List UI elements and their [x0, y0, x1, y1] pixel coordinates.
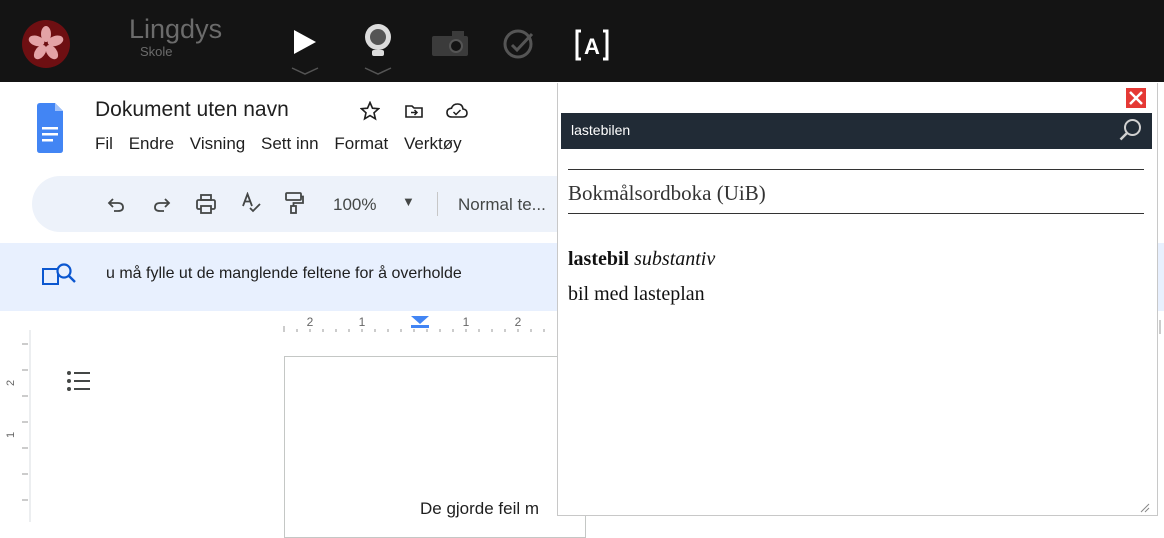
undo-icon[interactable]	[106, 194, 126, 219]
divider	[568, 169, 1144, 170]
resize-grip-icon[interactable]	[1138, 500, 1150, 518]
close-button[interactable]	[1126, 88, 1146, 108]
redo-icon[interactable]	[152, 194, 172, 219]
search-icon[interactable]	[1118, 117, 1144, 148]
dictionary-search-bar[interactable]	[561, 113, 1152, 149]
dictionary-definition: bil med lasteplan	[568, 283, 705, 305]
menu-edit[interactable]: Endre	[129, 134, 174, 153]
bracket-a-icon[interactable]: A	[575, 28, 609, 67]
ruler-label: 2	[515, 315, 522, 329]
check-circle-icon[interactable]	[502, 28, 536, 67]
lingdys-brand-sub: Skole	[140, 44, 173, 59]
lingdys-brand: Lingdys	[129, 14, 223, 44]
menu-format[interactable]: Format	[334, 134, 388, 153]
vruler-label: 2	[5, 380, 17, 386]
word-class: substantiv	[634, 248, 716, 270]
chevron-down-icon[interactable]	[363, 63, 393, 81]
ruler-label: 2	[307, 315, 314, 329]
print-icon[interactable]	[195, 193, 217, 220]
dictionary-search-input[interactable]: lastebilen	[571, 122, 630, 138]
dictionary-source: Bokmålsordboka (UiB)	[568, 181, 766, 205]
move-to-folder-icon[interactable]	[404, 101, 424, 126]
caret-down-icon[interactable]: ▼	[402, 194, 415, 209]
document-title[interactable]: Dokument uten navn	[95, 98, 289, 122]
ruler-label: 1	[463, 315, 470, 329]
spellcheck-icon[interactable]	[240, 191, 262, 219]
chevron-down-icon[interactable]	[290, 63, 320, 81]
menu-view[interactable]: Visning	[190, 134, 245, 153]
document-body-text[interactable]: De gjorde feil m	[420, 499, 539, 519]
ruler-label: 1	[359, 315, 366, 329]
logo-flower-icon	[28, 26, 64, 60]
accessibility-check-icon	[41, 262, 79, 293]
bracket-a-letter: A	[584, 34, 600, 59]
toolbar-divider	[437, 192, 438, 216]
star-icon[interactable]	[359, 100, 381, 126]
indent-marker-icon	[411, 316, 429, 324]
banner-message: u må fylle ut de manglende feltene for å…	[106, 265, 462, 282]
docs-menubar: Fil Endre Visning Sett inn Format Verktø…	[95, 134, 473, 154]
document-outline-icon[interactable]	[66, 370, 92, 397]
menu-file[interactable]: Fil	[95, 134, 113, 153]
menu-tools[interactable]: Verktøy	[404, 134, 462, 153]
first-line-indent-icon	[411, 325, 429, 328]
vruler-label: 1	[5, 432, 17, 438]
headword: lastebil	[568, 248, 630, 270]
paragraph-style-select[interactable]: Normal te...	[458, 195, 546, 215]
vertical-ruler[interactable]: 2 1	[0, 330, 32, 522]
docs-home-icon[interactable]	[37, 103, 63, 153]
divider	[568, 213, 1144, 214]
cloud-status-icon[interactable]	[446, 101, 468, 126]
lingdys-logo-icon[interactable]	[22, 20, 70, 68]
close-icon	[1129, 91, 1143, 105]
globe-head-icon[interactable]	[363, 22, 393, 67]
camera-icon[interactable]	[430, 28, 470, 63]
play-icon[interactable]	[292, 28, 318, 61]
dictionary-entry-heading: lastebil substantiv	[568, 248, 715, 271]
menu-insert[interactable]: Sett inn	[261, 134, 319, 153]
paint-format-icon[interactable]	[283, 191, 305, 220]
zoom-select[interactable]: 100%	[333, 195, 376, 215]
